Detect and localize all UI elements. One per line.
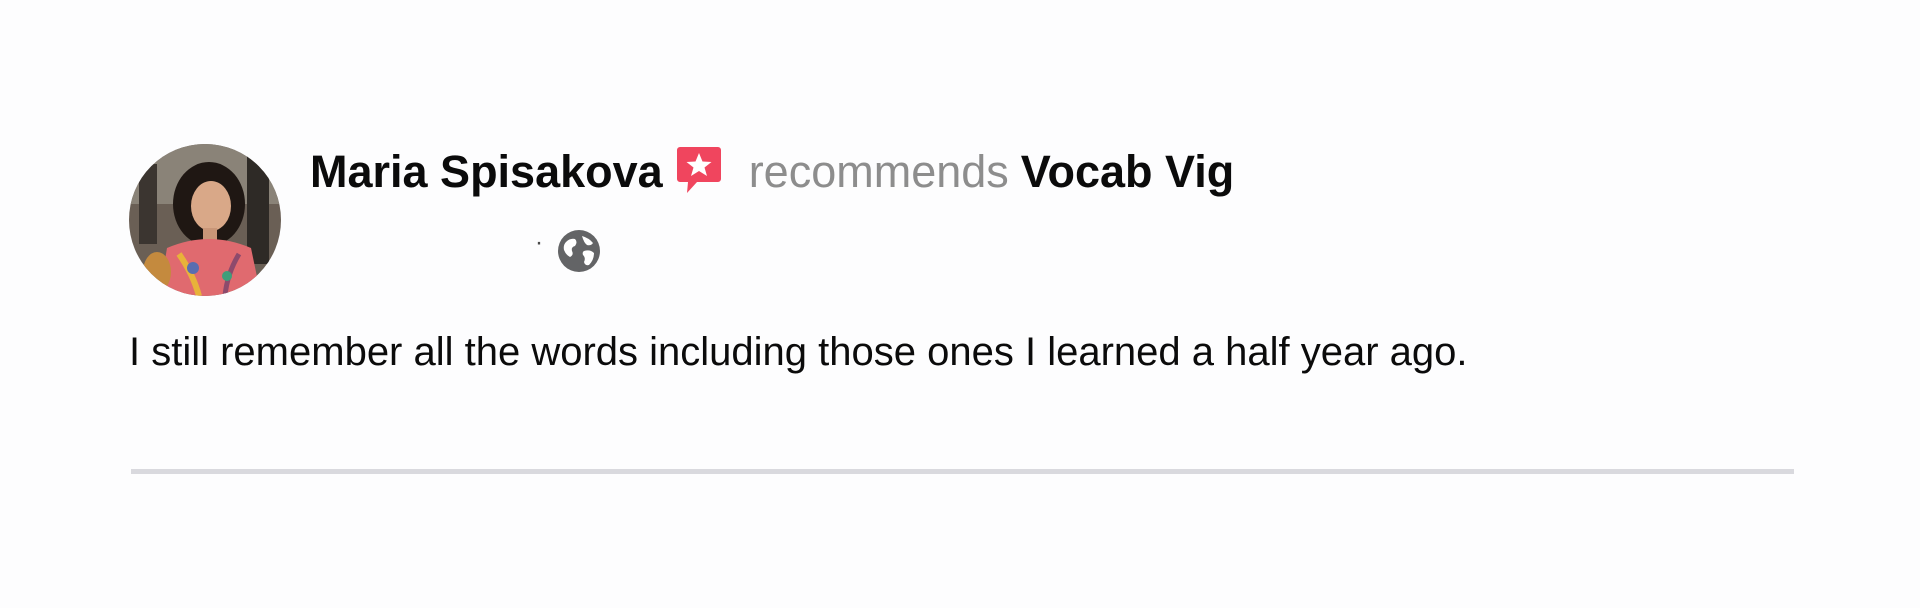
meta-separator: · — [535, 229, 543, 256]
avatar-photo — [129, 144, 281, 296]
avatar[interactable] — [129, 144, 281, 296]
post-body: I still remember all the words including… — [129, 330, 1468, 374]
recommendation-post: Maria Spisakova recommends Vocab Vig · I… — [0, 0, 1920, 608]
post-meta: · — [310, 226, 610, 274]
recommended-page-name[interactable]: Vocab Vig — [1021, 144, 1234, 200]
globe-icon[interactable] — [557, 229, 601, 273]
divider — [131, 469, 1794, 474]
action-text: recommends — [748, 146, 1009, 197]
author-name[interactable]: Maria Spisakova — [310, 144, 663, 200]
post-header: Maria Spisakova recommends Vocab Vig — [310, 144, 1234, 200]
recommendation-star-icon — [675, 145, 723, 195]
